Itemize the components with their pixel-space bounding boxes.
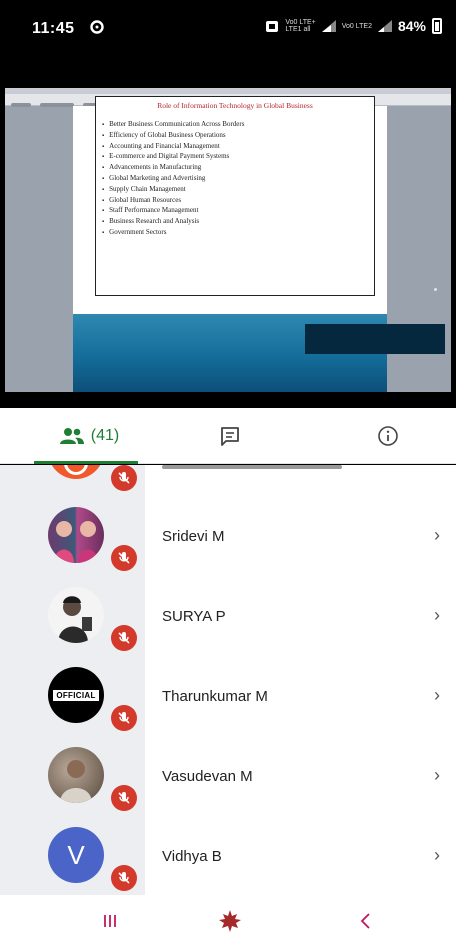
avatar — [48, 587, 104, 643]
chat-icon — [221, 427, 239, 446]
chevron-right-icon: › — [434, 605, 440, 625]
signal-icon-2 — [377, 20, 392, 32]
avatar — [48, 507, 104, 563]
pointer-dot — [434, 288, 437, 291]
slide-title: Role of Information Technology in Global… — [157, 101, 313, 110]
active-tab-indicator — [34, 461, 138, 464]
participant-name: Sridevi M — [162, 528, 225, 545]
slide-content: Role of Information Technology in Global… — [95, 96, 375, 296]
participant-name: SURYA P — [162, 608, 226, 625]
shared-screen[interactable]: Role of Information Technology in Global… — [5, 88, 451, 392]
avatar: OFFICIAL — [48, 667, 104, 723]
participant-row[interactable]: Sridevi M › — [0, 499, 456, 579]
chevron-right-icon: › — [434, 765, 440, 785]
tab-chat[interactable] — [190, 408, 270, 464]
tab-people[interactable]: (41) — [34, 408, 144, 464]
slide-bullet: Accounting and Financial Management — [102, 142, 368, 153]
participant-name-partial — [162, 465, 442, 473]
info-icon — [378, 426, 398, 446]
participant-list[interactable]: Sridevi M › SURYA P › OFFICIAL Tharunkum… — [0, 465, 456, 895]
muted-mic-icon — [111, 465, 137, 491]
slide-bullet: Global Human Resources — [102, 196, 368, 207]
avatar-initial: V — [67, 839, 85, 870]
system-nav-bar — [0, 895, 456, 947]
muted-mic-icon — [111, 625, 137, 651]
battery-percent: 84% — [397, 18, 426, 34]
home-button[interactable] — [210, 905, 250, 937]
participant-name: Vidhya B — [162, 848, 222, 865]
signal-label-2: Vo0 LTE2 — [341, 22, 372, 30]
status-bar: 11:45 Vo0 LTE+ LTE1 all Vo0 LTE2 84% — [0, 0, 456, 58]
slide-bullet: Advancements in Manufacturing — [102, 163, 368, 174]
location-icon — [90, 20, 104, 34]
chevron-right-icon: › — [434, 685, 440, 705]
participant-count: (41) — [90, 427, 120, 444]
recents-icon — [104, 915, 116, 927]
back-icon — [360, 913, 370, 929]
back-button[interactable] — [346, 905, 386, 937]
slide-bullet: Supply Chain Management — [102, 185, 368, 196]
slide-bullet: Staff Performance Management — [102, 206, 368, 217]
slide-bullet: Better Business Communication Across Bor… — [102, 120, 368, 131]
muted-mic-icon — [111, 705, 137, 731]
slide-decoration-dark — [305, 324, 445, 354]
video-area[interactable]: Role of Information Technology in Global… — [0, 58, 456, 408]
muted-mic-icon — [111, 785, 137, 811]
avatar — [48, 465, 104, 479]
slide-bullet: Government Sectors — [102, 228, 368, 239]
slide-bullet: Business Research and Analysis — [102, 217, 368, 228]
battery-icon — [432, 18, 442, 34]
signal-label-1: Vo0 LTE+ LTE1 all — [285, 19, 316, 33]
recents-button[interactable] — [90, 905, 130, 937]
slide-bullet: Global Marketing and Advertising — [102, 174, 368, 185]
people-icon — [59, 428, 84, 444]
status-icons: Vo0 LTE+ LTE1 all Vo0 LTE2 84% — [265, 18, 442, 34]
home-icon — [219, 910, 241, 932]
slide-bullet-list: Better Business Communication Across Bor… — [102, 120, 368, 239]
signal-icon — [321, 20, 336, 32]
participant-name: Tharunkumar M — [162, 688, 268, 705]
chevron-right-icon: › — [434, 525, 440, 545]
avatar: V — [48, 827, 104, 883]
alarm-icon — [266, 21, 279, 32]
muted-mic-icon — [111, 865, 137, 891]
muted-mic-icon — [111, 545, 137, 571]
participant-row-partial[interactable] — [0, 465, 456, 491]
chevron-right-icon: › — [434, 845, 440, 865]
participant-row[interactable]: OFFICIAL Tharunkumar M › — [0, 659, 456, 739]
clock: 11:45 — [32, 20, 75, 37]
avatar — [48, 747, 104, 803]
slide-bullet: E-commerce and Digital Payment Systems — [102, 152, 368, 163]
participant-row[interactable]: Vasudevan M › — [0, 739, 456, 819]
participant-name: Vasudevan M — [162, 768, 253, 785]
tab-bar: (41) — [0, 408, 456, 464]
slide-bullet: Efficiency of Global Business Operations — [102, 131, 368, 142]
participant-row[interactable]: SURYA P › — [0, 579, 456, 659]
tab-info[interactable] — [348, 408, 428, 464]
avatar-logo-text: OFFICIAL — [53, 689, 99, 701]
participant-row[interactable]: V Vidhya B › — [0, 819, 456, 895]
